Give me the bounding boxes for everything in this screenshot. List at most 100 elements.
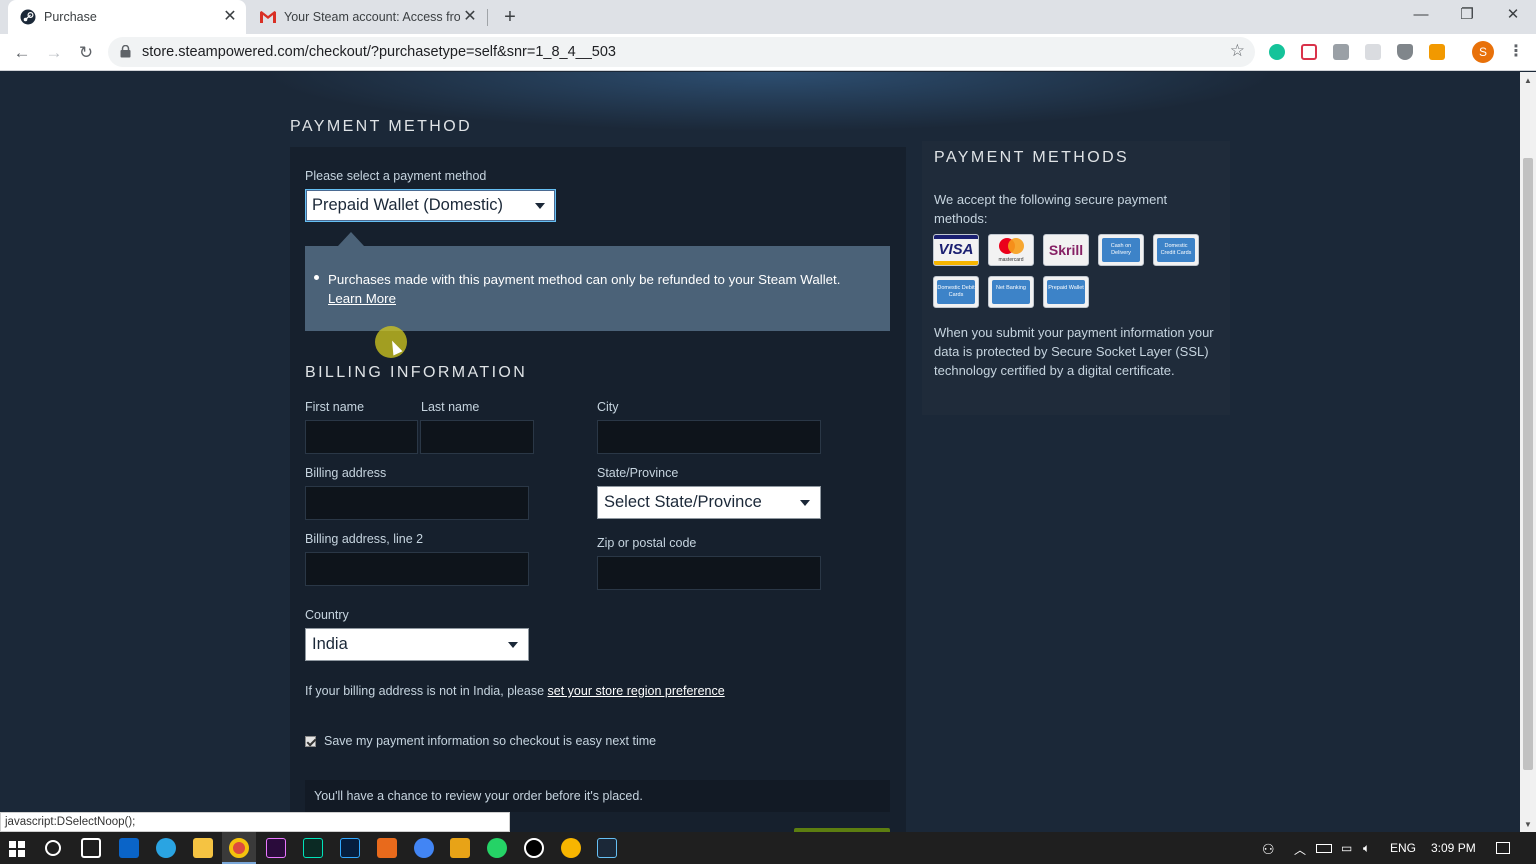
app-icon[interactable] (377, 838, 397, 858)
zip-field[interactable] (597, 556, 821, 590)
windows-taskbar: ⚇ ︿ ▭ 🔈︎ ENG 3:09 PM (0, 832, 1536, 864)
page-scrollbar[interactable]: ▲ ▼ (1520, 72, 1536, 832)
battery-icon[interactable] (1316, 844, 1332, 853)
cash-on-delivery-icon: Cash on Delivery (1098, 234, 1144, 266)
app-icon[interactable] (450, 838, 470, 858)
scroll-down-icon[interactable]: ▼ (1523, 820, 1533, 829)
notifications-icon[interactable] (1496, 842, 1510, 854)
cash-on-delivery-label: Cash on Delivery (1102, 238, 1140, 262)
network-icon[interactable]: ▭ (1341, 841, 1352, 855)
domestic-credit-card-label: Domestic Credit Cards (1157, 238, 1195, 262)
ssl-note: When you submit your payment information… (934, 325, 1214, 378)
payment-method-select[interactable]: Prepaid Wallet (Domestic) (305, 189, 556, 222)
state-label: State/Province (597, 466, 679, 480)
minimize-button[interactable]: — (1398, 4, 1444, 30)
city-label: City (597, 400, 619, 414)
billing-info-heading: BILLING INFORMATION (305, 364, 528, 381)
file-explorer-icon[interactable] (193, 838, 213, 858)
search-icon[interactable] (45, 840, 61, 856)
grammarly-extension-icon[interactable] (1269, 44, 1285, 60)
app-icon[interactable] (561, 838, 581, 858)
task-view-icon[interactable] (81, 838, 101, 858)
net-banking-label: Net Banking (992, 280, 1030, 304)
whatsapp-icon[interactable] (487, 838, 507, 858)
country-select[interactable]: India (305, 628, 529, 661)
steam-taskbar-icon[interactable] (597, 838, 617, 858)
last-name-label: Last name (421, 400, 480, 414)
back-button[interactable]: ← (9, 40, 35, 66)
region-note: If your billing address is not in India,… (305, 684, 725, 698)
payment-methods-heading: PAYMENT METHODS (934, 149, 1130, 166)
domestic-credit-card-icon: Domestic Credit Cards (1153, 234, 1199, 266)
close-tab-icon[interactable]: ✕ (460, 7, 480, 27)
payment-method-value: Prepaid Wallet (Domestic) (312, 196, 504, 214)
last-name-field[interactable] (420, 420, 534, 454)
audition-icon[interactable] (303, 838, 323, 858)
billing-address-2-label: Billing address, line 2 (305, 532, 424, 546)
save-info-checkbox[interactable] (305, 736, 316, 747)
extension-icon[interactable] (1333, 44, 1349, 60)
browser-toolbar: ← → ↻ store.steampowered.com/checkout/?p… (0, 34, 1536, 71)
close-window-button[interactable]: ✕ (1490, 4, 1536, 30)
state-select[interactable]: Select State/Province (597, 486, 821, 519)
extension-icon[interactable] (1365, 44, 1381, 60)
store-region-link[interactable]: set your store region preference (548, 684, 725, 698)
clock[interactable]: 3:09 PM (1431, 841, 1476, 855)
tab-divider (487, 9, 488, 26)
visa-card-icon: VISA (933, 234, 979, 266)
billing-address-field[interactable] (305, 486, 529, 520)
forward-button[interactable]: → (41, 40, 67, 66)
scrollbar-thumb[interactable] (1523, 158, 1533, 770)
mastercard-icon: mastercard (988, 234, 1034, 266)
url-text: store.steampowered.com/checkout/?purchas… (142, 44, 616, 60)
country-label: Country (305, 608, 349, 622)
first-name-field[interactable] (305, 420, 418, 454)
steam-icon (20, 9, 36, 25)
mail-icon[interactable] (119, 838, 139, 858)
mastercard-label: mastercard (998, 257, 1024, 263)
reload-button[interactable]: ↻ (73, 40, 99, 66)
premiere-icon[interactable] (266, 838, 286, 858)
net-banking-icon: Net Banking (988, 276, 1034, 308)
state-select-value: Select State/Province (604, 493, 762, 511)
pocket-extension-icon[interactable] (1301, 44, 1317, 60)
save-info-label: Save my payment information so checkout … (324, 734, 657, 748)
extension-icon[interactable] (1429, 44, 1445, 60)
new-tab-button[interactable]: + (498, 5, 522, 29)
zip-label: Zip or postal code (597, 536, 697, 550)
browser-menu-icon[interactable]: ⋮ (1508, 41, 1524, 61)
region-note-text: If your billing address is not in India,… (305, 684, 545, 698)
billing-address-2-field[interactable] (305, 552, 529, 586)
volume-icon[interactable]: 🔈︎ (1363, 841, 1370, 856)
address-bar[interactable]: store.steampowered.com/checkout/?purchas… (108, 37, 1255, 67)
windows-start-icon[interactable] (9, 841, 25, 857)
people-icon[interactable]: ⚇ (1262, 841, 1275, 858)
shield-extension-icon[interactable] (1397, 44, 1413, 60)
tray-chevron-up-icon[interactable]: ︿ (1294, 841, 1306, 858)
domestic-debit-card-label: Domestic Debit Cards (937, 280, 975, 304)
restore-button[interactable]: ❐ (1444, 4, 1490, 30)
chrome-profile-icon[interactable] (414, 838, 434, 858)
review-note-box: You'll have a chance to review your orde… (305, 780, 890, 812)
learn-more-link[interactable]: Learn More (328, 291, 396, 306)
gmail-icon (260, 9, 276, 25)
bullet-icon (314, 275, 319, 280)
refund-notice-text: Purchases made with this payment method … (328, 270, 878, 308)
bookmark-star-icon[interactable]: ☆ (1230, 41, 1245, 61)
profile-avatar[interactable]: S (1472, 41, 1494, 63)
scroll-up-icon[interactable]: ▲ (1523, 76, 1533, 85)
app-icon[interactable] (524, 838, 544, 858)
city-field[interactable] (597, 420, 821, 454)
close-tab-icon[interactable]: ✕ (220, 7, 240, 27)
accepted-methods-intro: We accept the following secure payment m… (934, 192, 1168, 226)
edge-icon[interactable] (156, 838, 176, 858)
domestic-debit-card-icon: Domestic Debit Cards (933, 276, 979, 308)
language-indicator[interactable]: ENG (1390, 841, 1416, 855)
refund-notice: Purchases made with this payment method … (305, 246, 890, 331)
chrome-icon[interactable] (229, 838, 249, 858)
lock-icon (120, 45, 131, 58)
review-note-text: You'll have a chance to review your orde… (314, 789, 643, 803)
tab-gmail[interactable]: Your Steam account: Access from ✕ (250, 0, 486, 34)
tab-purchase[interactable]: Purchase ✕ (8, 0, 246, 34)
photoshop-icon[interactable] (340, 838, 360, 858)
